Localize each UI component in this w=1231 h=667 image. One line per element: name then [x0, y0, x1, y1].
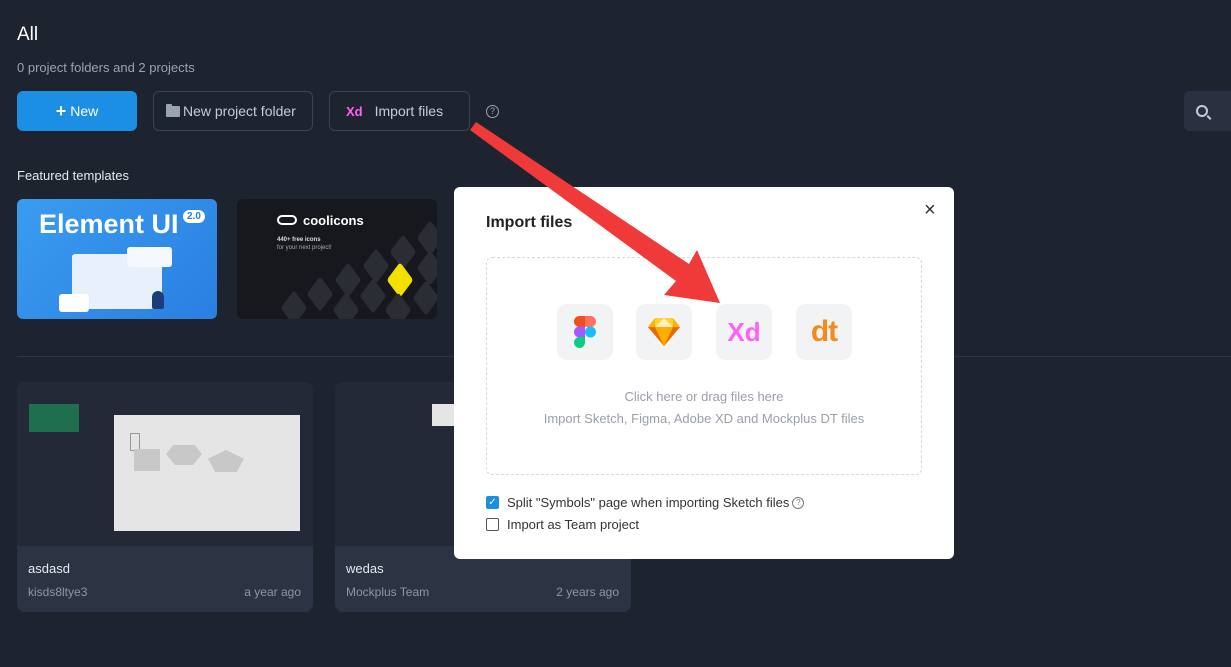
preview-artboard-thumb [29, 404, 79, 432]
template-preview-figure [152, 291, 164, 309]
template-title: coolicons [303, 213, 364, 228]
icon-tile [384, 292, 412, 319]
split-symbols-option[interactable]: ✓ Split "Symbols" page when importing Sk… [486, 495, 805, 510]
featured-templates-heading: Featured templates [17, 168, 130, 183]
template-card-element-ui[interactable]: Element UI 2.0 [17, 199, 217, 319]
help-icon[interactable]: ? [486, 104, 499, 118]
new-button[interactable]: + New [17, 91, 137, 131]
dt-icon: dt [796, 304, 852, 360]
icon-tile [416, 250, 437, 286]
dialog-title: Import files [486, 214, 573, 231]
preview-artboard-thumb [432, 404, 454, 426]
project-updated-time: 2 years ago [556, 585, 619, 599]
new-project-folder-label: New project folder [183, 103, 296, 119]
project-info: asdasd kisds8ltye3 a year ago [17, 546, 313, 612]
xd-icon-text: Xd [727, 316, 761, 347]
dt-icon-text: dt [810, 315, 838, 348]
template-version-badge: 2.0 [183, 210, 205, 223]
icon-tile [334, 262, 362, 298]
toolbar: + New New project folder Xd Import files… [17, 91, 499, 131]
icon-tile [332, 292, 360, 319]
file-drop-zone[interactable]: Xd dt Click here or drag files here Impo… [486, 257, 922, 475]
icon-tile-highlight [386, 262, 414, 298]
team-project-option[interactable]: Import as Team project [486, 517, 639, 532]
project-name: asdasd [28, 561, 70, 576]
icon-tile [280, 290, 308, 319]
icon-tile [362, 248, 390, 284]
xd-icon: Xd [716, 304, 772, 360]
template-title: Element UI [39, 209, 179, 239]
project-card[interactable]: asdasd kisds8ltye3 a year ago [17, 382, 313, 612]
template-card-coolicons[interactable]: coolicons 440+ free icons for your next … [237, 199, 437, 319]
template-preview-widget [59, 294, 89, 312]
template-preview-panel [127, 247, 172, 267]
plus-icon: + [55, 100, 67, 121]
import-files-dialog: Import files × Xd dt Click here or drag … [454, 187, 954, 559]
xd-icon: Xd [346, 103, 363, 119]
folder-icon [166, 103, 180, 117]
page-title: All [17, 24, 39, 45]
figma-icon [557, 304, 613, 360]
icon-tile [412, 280, 437, 316]
search-button[interactable] [1184, 91, 1231, 131]
team-project-label: Import as Team project [507, 517, 639, 532]
close-icon[interactable]: × [924, 200, 936, 220]
icon-tile [306, 276, 334, 312]
preview-square-shape [134, 449, 160, 471]
sketch-icon [636, 304, 692, 360]
coolicons-logo-icon [277, 215, 297, 225]
project-name: wedas [346, 561, 384, 576]
icon-tile [359, 278, 387, 314]
split-symbols-label: Split "Symbols" page when importing Sket… [507, 495, 790, 510]
new-project-folder-button[interactable]: New project folder [153, 91, 313, 131]
icon-tile [389, 234, 417, 270]
drop-zone-instruction: Click here or drag files here [624, 389, 784, 404]
template-tagline: 440+ free icons [277, 237, 321, 243]
new-button-label: New [70, 103, 99, 119]
icon-tile [416, 220, 437, 256]
split-symbols-checkbox[interactable]: ✓ [486, 496, 499, 509]
import-files-label: Import files [374, 103, 444, 119]
template-tagline-sub: for your next project! [277, 245, 332, 251]
import-files-button[interactable]: Xd Import files [329, 91, 470, 131]
project-updated-time: a year ago [244, 585, 301, 599]
project-owner: Mockplus Team [346, 585, 430, 599]
preview-artboard [114, 415, 300, 531]
page-subtitle: 0 project folders and 2 projects [17, 60, 195, 75]
drop-zone-supported-formats: Import Sketch, Figma, Adobe XD and Mockp… [543, 411, 865, 426]
search-icon [1196, 105, 1208, 117]
project-preview [17, 382, 313, 546]
help-icon[interactable]: ? [792, 496, 805, 509]
preview-polygon-shape [166, 445, 202, 465]
project-owner: kisds8ltye3 [28, 585, 88, 599]
team-project-checkbox[interactable] [486, 518, 499, 531]
preview-pentagon-shape [208, 450, 244, 472]
